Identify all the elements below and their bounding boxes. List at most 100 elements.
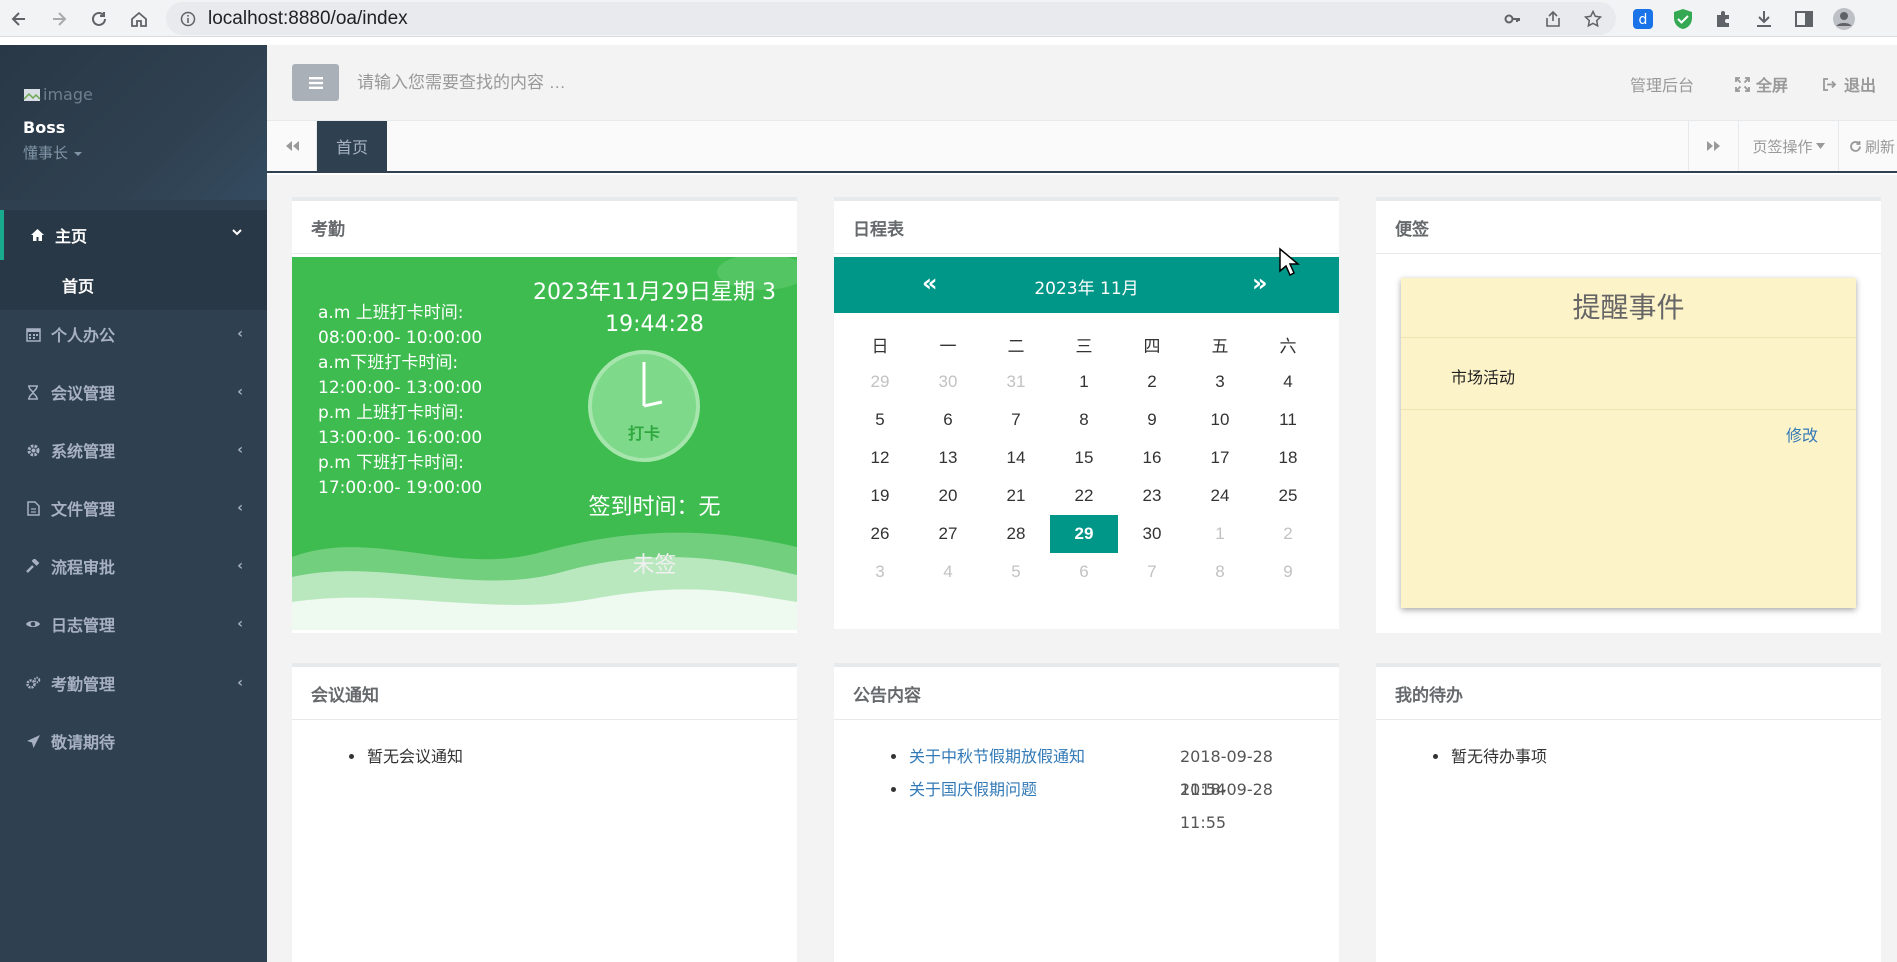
fullscreen-button[interactable]: 全屏 (1735, 72, 1788, 96)
calendar-day[interactable]: 1 (1050, 363, 1118, 401)
announcement-link[interactable]: 关于国庆假期问题 (909, 780, 1037, 799)
user-role-dropdown[interactable]: 懂事长 (23, 142, 83, 163)
logout-button[interactable]: 退出 (1822, 72, 1876, 96)
calendar-day[interactable]: 6 (914, 401, 982, 439)
calendar-day[interactable]: 11 (1254, 401, 1322, 439)
fullscreen-label: 全屏 (1756, 76, 1789, 95)
calendar-day[interactable]: 3 (1186, 363, 1254, 401)
admin-link[interactable]: 管理后台 (1630, 72, 1694, 96)
calendar-day[interactable]: 5 (982, 553, 1050, 591)
calendar-day[interactable]: 9 (1118, 401, 1186, 439)
reload-icon[interactable] (84, 4, 114, 34)
eye-icon (24, 615, 42, 633)
calendar-day[interactable]: 13 (914, 439, 982, 477)
sidebar: image Boss 懂事长 主页 首页 个人办公 ‹ 会议管理 ‹ 系统管理 … (0, 45, 267, 962)
calendar-day[interactable]: 28 (982, 515, 1050, 553)
tab-refresh-label: 刷新 (1865, 137, 1896, 156)
back-icon[interactable] (4, 4, 34, 34)
forward-icon[interactable] (44, 4, 74, 34)
calendar-day[interactable]: 8 (1186, 553, 1254, 591)
star-icon[interactable] (1580, 6, 1606, 32)
calendar-day-today[interactable]: 29 (1050, 515, 1118, 553)
calendar-day[interactable]: 7 (982, 401, 1050, 439)
calendar-day[interactable]: 18 (1254, 439, 1322, 477)
calendar-day[interactable]: 31 (982, 363, 1050, 401)
chevron-left-icon: ‹ (237, 442, 243, 458)
download-icon[interactable] (1751, 6, 1777, 32)
home-browser-icon[interactable] (124, 4, 154, 34)
calendar-day[interactable]: 6 (1050, 553, 1118, 591)
note-edit-link[interactable]: 修改 (1786, 422, 1818, 446)
calendar-day[interactable]: 24 (1186, 477, 1254, 515)
todo-list: 暂无待办事项 (1433, 740, 1547, 773)
announcement-link[interactable]: 关于中秋节假期放假通知 (909, 747, 1085, 766)
sidebar-item-workflow[interactable]: 流程审批 ‹ (0, 542, 267, 590)
sidebar-item-files[interactable]: 文件管理 ‹ (0, 484, 267, 532)
calendar-day[interactable]: 16 (1118, 439, 1186, 477)
tab-refresh-button[interactable]: 刷新 (1838, 121, 1897, 171)
sidebar-item-system[interactable]: 系统管理 ‹ (0, 426, 267, 474)
puzzle-icon[interactable] (1711, 6, 1737, 32)
calendar-day[interactable]: 4 (914, 553, 982, 591)
calendar-day[interactable]: 19 (846, 477, 914, 515)
profile-icon[interactable] (1831, 6, 1857, 32)
calendar-day[interactable]: 4 (1254, 363, 1322, 401)
avatar[interactable]: image (23, 85, 93, 104)
sidebar-subitem-index[interactable]: 首页 (0, 260, 267, 310)
sidebar-item-meeting[interactable]: 会议管理 ‹ (0, 368, 267, 416)
sidebar-item-coming-soon[interactable]: 敬请期待 (0, 717, 267, 765)
sidebar-item-logs[interactable]: 日志管理 ‹ (0, 600, 267, 648)
calendar-day[interactable]: 22 (1050, 477, 1118, 515)
calendar-day[interactable]: 30 (1118, 515, 1186, 553)
calendar-day[interactable]: 23 (1118, 477, 1186, 515)
calendar-day[interactable]: 1 (1186, 515, 1254, 553)
sidebar-item-label: 日志管理 (51, 616, 116, 635)
shield-extension-icon[interactable] (1670, 6, 1696, 32)
calendar-day[interactable]: 5 (846, 401, 914, 439)
calendar-day[interactable]: 25 (1254, 477, 1322, 515)
am-end-range: 12:00:00- 13:00:00 (318, 378, 483, 398)
search-input[interactable] (357, 67, 957, 99)
calendar-day[interactable]: 26 (846, 515, 914, 553)
sidebar-item-home[interactable]: 主页 (0, 210, 267, 260)
panel-title: 我的待办 (1376, 667, 1881, 720)
calendar-day[interactable]: 12 (846, 439, 914, 477)
calendar-day[interactable]: 7 (1118, 553, 1186, 591)
calendar-day[interactable]: 27 (914, 515, 982, 553)
sidebar-item-personal-office[interactable]: 个人办公 ‹ (0, 310, 267, 358)
calendar-day[interactable]: 17 (1186, 439, 1254, 477)
tab-scroll-left-button[interactable] (267, 121, 317, 171)
tab-scroll-right-button[interactable] (1688, 121, 1738, 171)
note-content[interactable]: 市场活动 (1401, 338, 1856, 410)
calendar-day[interactable]: 15 (1050, 439, 1118, 477)
calendar-day[interactable]: 14 (982, 439, 1050, 477)
extension-d-icon[interactable]: d (1630, 6, 1656, 32)
refresh-icon (1850, 140, 1861, 152)
calendar-day[interactable]: 21 (982, 477, 1050, 515)
address-bar[interactable]: localhost:8880/oa/index (166, 2, 1616, 35)
gear-icon (24, 441, 42, 459)
sidebar-item-attendance[interactable]: 考勤管理 ‹ (0, 659, 267, 707)
note-card-title: 提醒事件 (1401, 278, 1856, 338)
tab-home[interactable]: 首页 (317, 121, 387, 171)
calendar-day[interactable]: 2 (1118, 363, 1186, 401)
calendar-next-month-button[interactable]: » (1252, 269, 1268, 297)
punch-clock-button[interactable]: 打卡 (588, 350, 700, 462)
calendar-day[interactable]: 30 (914, 363, 982, 401)
panel-title: 考勤 (292, 201, 797, 254)
calendar-day[interactable]: 10 (1186, 401, 1254, 439)
chevron-down-icon (231, 226, 243, 242)
share-icon[interactable] (1540, 6, 1566, 32)
sidepanel-icon[interactable] (1791, 6, 1817, 32)
calendar-day[interactable]: 20 (914, 477, 982, 515)
panel-title: 公告内容 (834, 667, 1339, 720)
calendar-day[interactable]: 8 (1050, 401, 1118, 439)
calendar-day[interactable]: 29 (846, 363, 914, 401)
tab-operations-dropdown[interactable]: 页签操作 (1738, 121, 1838, 171)
calendar-day[interactable]: 3 (846, 553, 914, 591)
attendance-time-rules: a.m 上班打卡时间: 08:00:00- 10:00:00 a.m下班打卡时间… (318, 301, 482, 501)
sidebar-toggle-button[interactable] (292, 64, 339, 101)
calendar-day[interactable]: 9 (1254, 553, 1322, 591)
calendar-day[interactable]: 2 (1254, 515, 1322, 553)
key-icon[interactable] (1500, 6, 1526, 32)
